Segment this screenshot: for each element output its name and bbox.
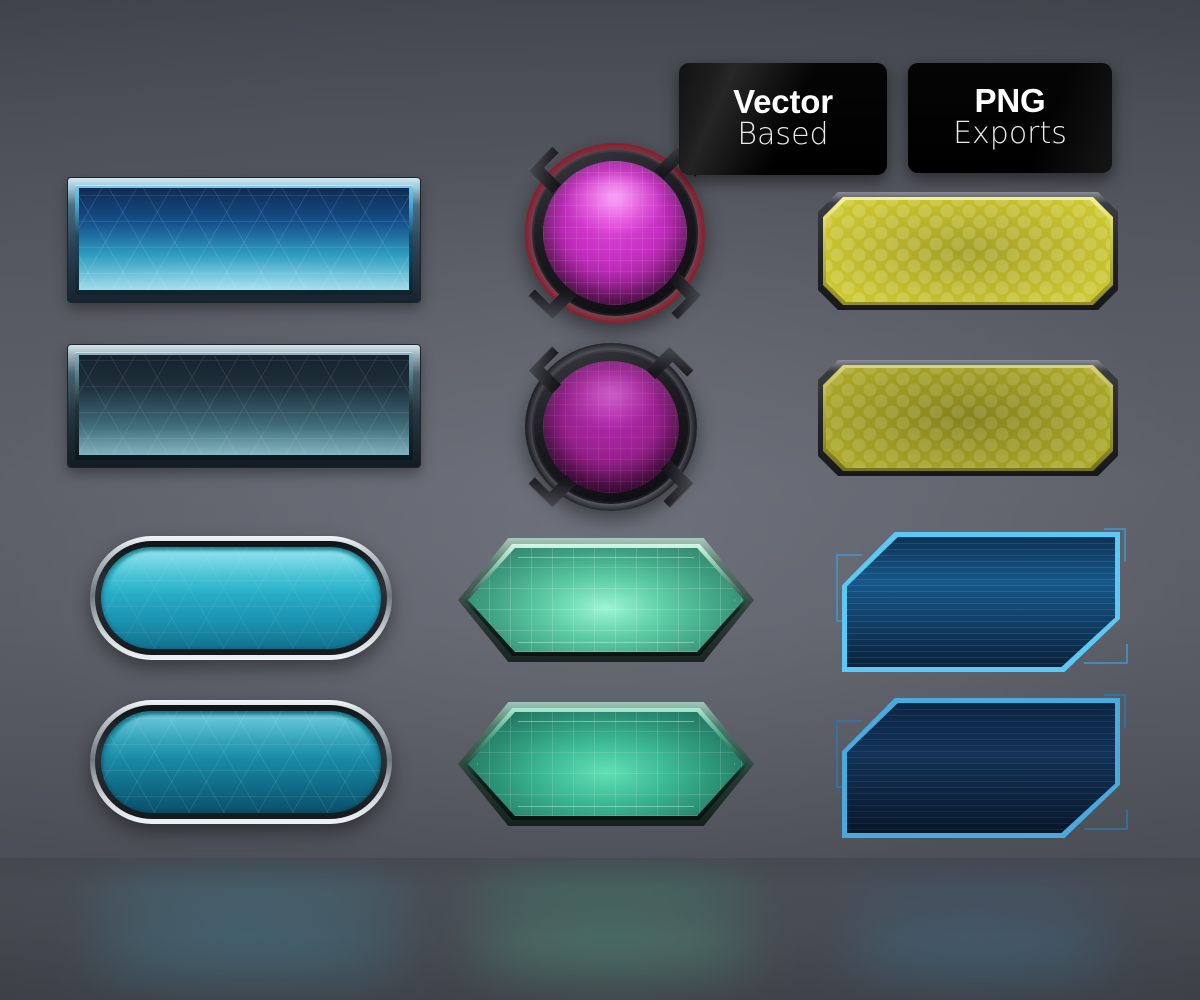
hud-panel-face — [847, 703, 1115, 833]
blue-hex-panel-inactive[interactable] — [68, 345, 420, 467]
dot-texture — [826, 200, 1110, 302]
reflection-hud-2 — [842, 930, 1117, 980]
panel-bevel — [75, 352, 413, 460]
hud-corner-bracket — [1084, 810, 1128, 830]
vector-badge-subtitle: Based — [737, 117, 829, 153]
magenta-circle-inactive[interactable] — [525, 343, 697, 511]
scanline-texture — [847, 537, 1115, 667]
hexagon-inner-frame — [464, 708, 748, 820]
asset-sheet-canvas: Vector Based PNG Exports — [0, 0, 1200, 1000]
pill-face — [101, 711, 381, 813]
reflection-hex-2 — [468, 928, 758, 980]
hud-panel-body — [842, 698, 1120, 838]
pill-gloss — [109, 551, 373, 596]
circle-dome — [543, 361, 679, 493]
png-badge-title: PNG — [974, 82, 1046, 120]
green-hexagon-inactive[interactable] — [458, 702, 754, 826]
magenta-circle-active[interactable] — [525, 143, 705, 323]
reflection-pill-1 — [88, 866, 408, 920]
reflection-hex-1 — [468, 864, 758, 914]
dot-texture — [826, 368, 1110, 468]
hud-panel-face — [847, 537, 1115, 667]
hud-panel-body — [842, 532, 1120, 672]
panel-screen — [79, 355, 409, 455]
circle-highlight — [564, 371, 658, 427]
reflection-hud-1 — [842, 866, 1117, 916]
teal-pill-active[interactable] — [90, 536, 392, 660]
blue-hex-panel-active[interactable] — [68, 178, 420, 302]
vector-badge[interactable]: Vector Based — [679, 63, 887, 175]
png-badge[interactable]: PNG Exports — [908, 63, 1112, 173]
hexagon-inline-outline — [477, 557, 735, 643]
hexagon-face — [468, 712, 744, 816]
pill-gloss — [109, 715, 373, 760]
teal-pill-inactive[interactable] — [90, 700, 392, 824]
panel-glow — [79, 355, 409, 455]
reflection-floor — [0, 858, 1200, 1000]
octagon-inner-frame — [823, 365, 1113, 471]
blue-hud-panel-active[interactable] — [836, 528, 1128, 672]
pill-bezel — [95, 541, 387, 655]
yellow-octagon-active[interactable] — [818, 192, 1118, 310]
octagon-inner-frame — [823, 197, 1113, 305]
reflection-pill-2 — [88, 930, 408, 984]
hexagon-face — [468, 548, 744, 652]
vector-badge-title: Vector — [733, 83, 833, 121]
blue-hud-panel-inactive[interactable] — [836, 694, 1128, 838]
panel-bevel — [75, 185, 413, 295]
panel-glow — [79, 188, 409, 290]
hexagon-inner-frame — [464, 544, 748, 656]
circle-dome — [543, 161, 687, 305]
pill-bezel — [95, 705, 387, 819]
hud-corner-bracket — [1084, 644, 1128, 664]
panel-screen — [79, 188, 409, 290]
yellow-octagon-inactive[interactable] — [818, 360, 1118, 476]
pill-face — [101, 547, 381, 649]
png-badge-subtitle: Exports — [953, 116, 1067, 152]
green-hexagon-active[interactable] — [458, 538, 754, 662]
hexagon-inline-outline — [477, 721, 735, 807]
circle-highlight — [566, 172, 664, 233]
scanline-texture — [847, 703, 1115, 833]
octagon-face — [826, 200, 1110, 302]
octagon-face — [826, 368, 1110, 468]
